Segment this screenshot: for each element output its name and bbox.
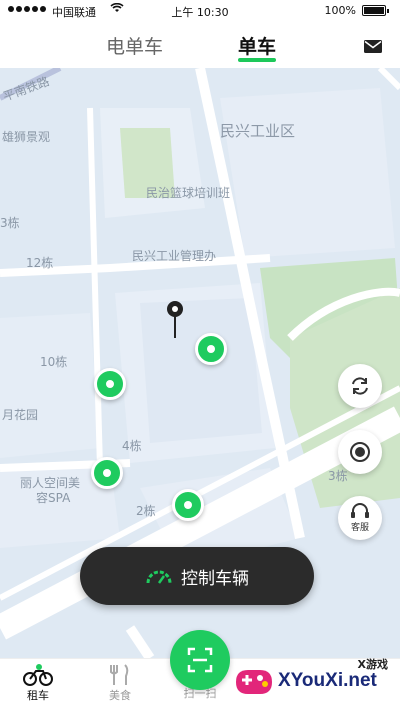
map-label-management-office: 民兴工业管理办: [132, 249, 217, 263]
map-label-xiongshi: 雄狮景观: [2, 130, 51, 144]
map-label-bldg-10: 10栋: [40, 355, 68, 369]
locate-icon: [350, 442, 370, 462]
refresh-icon: [352, 377, 368, 395]
status-bar: 中国联通 上午 10:30 100%: [0, 0, 400, 22]
locate-button[interactable]: [338, 430, 382, 474]
control-vehicle-label: 控制车辆: [181, 568, 249, 589]
control-vehicle-button[interactable]: 控制车辆: [80, 547, 314, 605]
nav-rent[interactable]: 租车: [8, 663, 68, 703]
map-label-bldg-4: 4栋: [122, 439, 142, 453]
speedometer-icon: [146, 570, 172, 584]
map-label-bldg-2: 2栋: [136, 504, 156, 518]
nav-rent-label: 租车: [27, 689, 49, 702]
nav-food[interactable]: 美食: [90, 663, 150, 703]
battery-percent: 100%: [324, 4, 356, 17]
watermark: X游戏 XYouXi.net: [228, 654, 398, 708]
refresh-button[interactable]: [338, 364, 382, 408]
customer-service-button[interactable]: 客服: [338, 496, 382, 540]
map-view[interactable]: 平南铁路 雄狮景观 民兴工业区 民治篮球培训班 3栋 民兴工业管理办 12栋 1…: [0, 68, 400, 658]
watermark-main: XYouXi.net: [278, 670, 377, 691]
tab-bike-label: 单车: [238, 36, 277, 58]
tab-ebike[interactable]: 电单车: [106, 32, 163, 59]
scan-icon: [187, 647, 213, 673]
bike-spot-marker[interactable]: [195, 333, 227, 365]
gamepad-logo-icon: [236, 670, 272, 694]
customer-service-label: 客服: [350, 523, 369, 533]
nav-food-label: 美食: [109, 689, 131, 702]
bicycle-icon: [23, 664, 53, 686]
scan-button[interactable]: [170, 630, 230, 690]
map-label-yuehua: 月花园: [2, 408, 39, 422]
map-label-bldg-12: 12栋: [26, 256, 54, 270]
tab-bike[interactable]: 单车: [238, 32, 277, 62]
bike-spot-marker[interactable]: [91, 457, 123, 489]
map-label-minxing-industrial: 民兴工业区: [220, 122, 296, 140]
battery-icon: [362, 5, 389, 16]
headset-icon: [351, 503, 369, 518]
fork-knife-icon: [110, 664, 129, 685]
header-tabs: 电单车 单车: [0, 22, 400, 68]
active-tab-indicator: [238, 58, 277, 62]
bike-spot-marker[interactable]: [94, 368, 126, 400]
bike-spot-marker[interactable]: [172, 489, 204, 521]
mail-icon[interactable]: [364, 40, 382, 53]
location-pin-icon: [167, 301, 183, 338]
map-label-basketball: 民治篮球培训班: [146, 186, 231, 200]
map-label-bldg-3-left: 3栋: [0, 216, 20, 230]
map-label-spa-2: 容SPA: [36, 491, 71, 505]
map-label-bldg-3-right: 3栋: [328, 469, 348, 483]
